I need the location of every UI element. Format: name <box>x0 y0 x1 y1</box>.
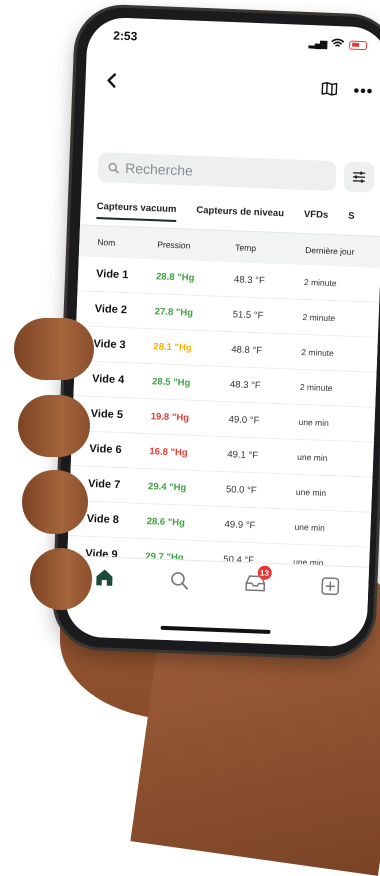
home-indicator <box>160 625 271 634</box>
row-pressure: 19.8 "Hg <box>150 410 190 424</box>
sliders-icon <box>352 171 366 183</box>
row-pressure: 28.5 "Hg <box>151 375 191 389</box>
battery-icon <box>348 40 368 50</box>
row-name: Vide 4 <box>91 372 125 387</box>
row-temp: 48.3 °F <box>233 273 265 286</box>
row-last-update: une min <box>297 451 328 464</box>
header-temp[interactable]: Temp <box>235 242 305 255</box>
row-name: Vide 1 <box>95 268 129 282</box>
row-last-update: 2 minute <box>303 276 337 289</box>
row-last-update: 2 minute <box>302 311 336 324</box>
tab-vfds[interactable]: VFDs <box>303 205 329 234</box>
search-row: Recherche <box>97 151 375 194</box>
chevron-left-icon <box>107 72 117 88</box>
notification-badge: 13 <box>257 565 272 580</box>
tab-capteurs-niveau[interactable]: Capteurs de niveau <box>196 201 285 232</box>
filter-button[interactable] <box>343 161 375 193</box>
row-last-update: 2 minute <box>299 381 333 394</box>
back-button[interactable] <box>105 71 118 94</box>
row-temp: 49.9 °F <box>224 518 256 531</box>
row-pressure: 27.8 "Hg <box>154 305 194 319</box>
plus-square-icon <box>321 577 340 596</box>
phone-screen: 2:53 ▂▄▆ ••• Recherche Capteurs vacuum C… <box>64 16 380 648</box>
row-temp: 48.8 °F <box>231 343 263 356</box>
finger-ring <box>22 470 88 534</box>
row-temp: 51.5 °F <box>232 308 264 321</box>
tab-more[interactable]: S <box>347 207 355 235</box>
row-last-update: 2 minute <box>301 346 335 359</box>
tab-bar: 13 <box>64 555 370 648</box>
row-pressure: 28.8 "Hg <box>155 270 195 284</box>
header-name[interactable]: Nom <box>79 236 157 249</box>
row-last-update: une min <box>294 521 325 533</box>
tab-notifications[interactable]: 13 <box>241 565 272 598</box>
finger-little <box>30 548 92 610</box>
status-bar: 2:53 ▂▄▆ <box>87 17 380 65</box>
header-last-day[interactable]: Dernière jour <box>305 245 380 258</box>
row-last-update: une min <box>298 416 330 429</box>
row-temp: 50.0 °F <box>225 483 257 496</box>
wifi-icon <box>331 37 345 50</box>
finger-middle <box>18 395 90 457</box>
map-icon <box>321 81 338 96</box>
tab-add[interactable] <box>316 572 345 601</box>
phone: 2:53 ▂▄▆ ••• Recherche Capteurs vacuum C… <box>53 6 380 658</box>
row-pressure: 28.6 "Hg <box>146 515 186 529</box>
search-input[interactable]: Recherche <box>97 152 337 192</box>
row-last-update: une min <box>295 486 327 498</box>
search-placeholder: Recherche <box>124 160 194 179</box>
row-temp: 49.0 °F <box>228 413 260 426</box>
search-icon <box>171 572 189 590</box>
header-pressure[interactable]: Pression <box>157 239 235 252</box>
row-temp: 48.3 °F <box>229 378 261 391</box>
home-icon <box>96 569 113 586</box>
row-temp: 49.1 °F <box>227 448 259 461</box>
search-icon <box>108 162 119 173</box>
tab-capteurs-vacuum[interactable]: Capteurs vacuum <box>96 197 177 228</box>
tab-search[interactable] <box>165 566 194 595</box>
row-pressure: 29.4 "Hg <box>147 480 187 494</box>
more-icon[interactable]: ••• <box>353 83 373 102</box>
signal-icon: ▂▄▆ <box>308 37 327 49</box>
row-name: Vide 2 <box>94 302 128 317</box>
finger-index <box>14 318 94 380</box>
tab-home[interactable] <box>90 563 119 592</box>
nav-bar: ••• <box>85 64 380 110</box>
row-pressure: 16.8 "Hg <box>149 445 188 459</box>
row-pressure: 28.1 "Hg <box>153 340 192 354</box>
status-time: 2:53 <box>113 28 138 44</box>
map-button[interactable] <box>321 81 338 101</box>
